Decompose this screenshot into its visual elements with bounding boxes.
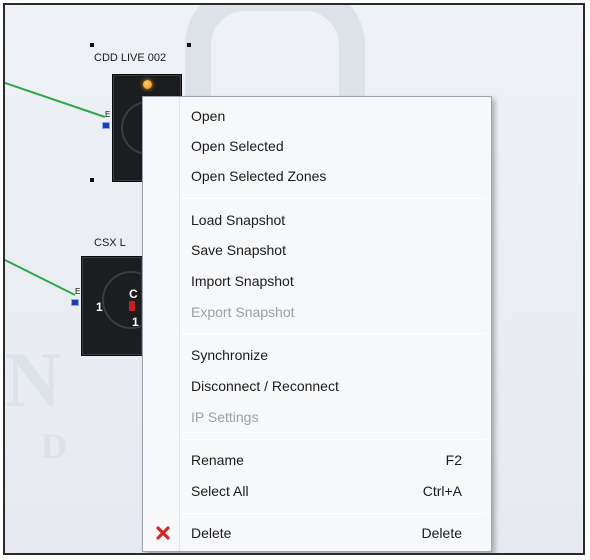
menu-item-shortcut: Delete bbox=[421, 525, 462, 541]
menu-item-open[interactable]: Open bbox=[146, 101, 488, 131]
menu-item-select-all[interactable]: Select All Ctrl+A bbox=[146, 476, 488, 506]
wire-to-csx bbox=[5, 259, 76, 296]
delete-x-icon bbox=[156, 526, 170, 540]
menu-item-ip-settings: IP Settings bbox=[146, 402, 488, 432]
menu-item-disconnect-reconnect[interactable]: Disconnect / Reconnect bbox=[146, 371, 488, 401]
menu-item-label: Rename bbox=[191, 452, 244, 468]
menu-item-open-selected[interactable]: Open Selected bbox=[146, 131, 488, 161]
status-led-icon bbox=[143, 80, 152, 89]
menu-item-label: Export Snapshot bbox=[191, 304, 295, 320]
port-icon[interactable] bbox=[71, 299, 79, 306]
selection-handle[interactable] bbox=[90, 43, 94, 47]
selection-handle[interactable] bbox=[90, 178, 94, 182]
port-label: E bbox=[105, 110, 111, 119]
context-menu: Open Open Selected Open Selected Zones L… bbox=[142, 96, 492, 552]
menu-item-export-snapshot: Export Snapshot bbox=[146, 297, 488, 327]
menu-item-label: Load Snapshot bbox=[191, 212, 286, 228]
menu-separator bbox=[183, 333, 487, 334]
wire-to-cdd-live bbox=[5, 82, 106, 118]
menu-item-open-selected-zones[interactable]: Open Selected Zones bbox=[146, 161, 488, 191]
menu-item-load-snapshot[interactable]: Load Snapshot bbox=[146, 205, 488, 235]
device-body[interactable]: C 1 1 bbox=[81, 256, 160, 356]
menu-item-save-snapshot[interactable]: Save Snapshot bbox=[146, 235, 488, 265]
device-red-marker bbox=[129, 301, 135, 311]
menu-item-import-snapshot[interactable]: Import Snapshot bbox=[146, 266, 488, 296]
device-glyph: 1 bbox=[132, 315, 139, 329]
menu-item-label: Save Snapshot bbox=[191, 242, 286, 258]
menu-item-label: Delete bbox=[191, 525, 232, 541]
canvas-frame: N A D O CDD LIVE 002 E CSX L C 1 1 E Ope… bbox=[3, 3, 585, 555]
menu-item-shortcut: F2 bbox=[445, 452, 462, 468]
menu-item-label: Synchronize bbox=[191, 347, 269, 363]
menu-item-label: Disconnect / Reconnect bbox=[191, 378, 339, 394]
menu-item-label: IP Settings bbox=[191, 409, 259, 425]
menu-separator bbox=[183, 513, 487, 514]
menu-item-delete[interactable]: Delete Delete bbox=[146, 518, 488, 548]
device-label: CDD LIVE 002 bbox=[94, 52, 167, 64]
selection-handle[interactable] bbox=[187, 43, 191, 47]
menu-item-rename[interactable]: Rename F2 bbox=[146, 445, 488, 475]
menu-item-label: Select All bbox=[191, 483, 249, 499]
menu-item-label: Open Selected bbox=[191, 138, 284, 154]
port-icon[interactable] bbox=[102, 122, 110, 129]
port-label: E bbox=[75, 287, 81, 296]
menu-item-synchronize[interactable]: Synchronize bbox=[146, 340, 488, 370]
menu-separator bbox=[183, 198, 487, 199]
device-port-number: 1 bbox=[96, 300, 103, 314]
menu-separator bbox=[183, 439, 487, 440]
device-glyph: C bbox=[129, 287, 138, 301]
menu-item-label: Open Selected Zones bbox=[191, 168, 327, 184]
device-label: CSX L bbox=[94, 237, 126, 249]
menu-item-label: Import Snapshot bbox=[191, 273, 294, 289]
menu-item-label: Open bbox=[191, 108, 226, 124]
menu-item-shortcut: Ctrl+A bbox=[422, 483, 462, 499]
